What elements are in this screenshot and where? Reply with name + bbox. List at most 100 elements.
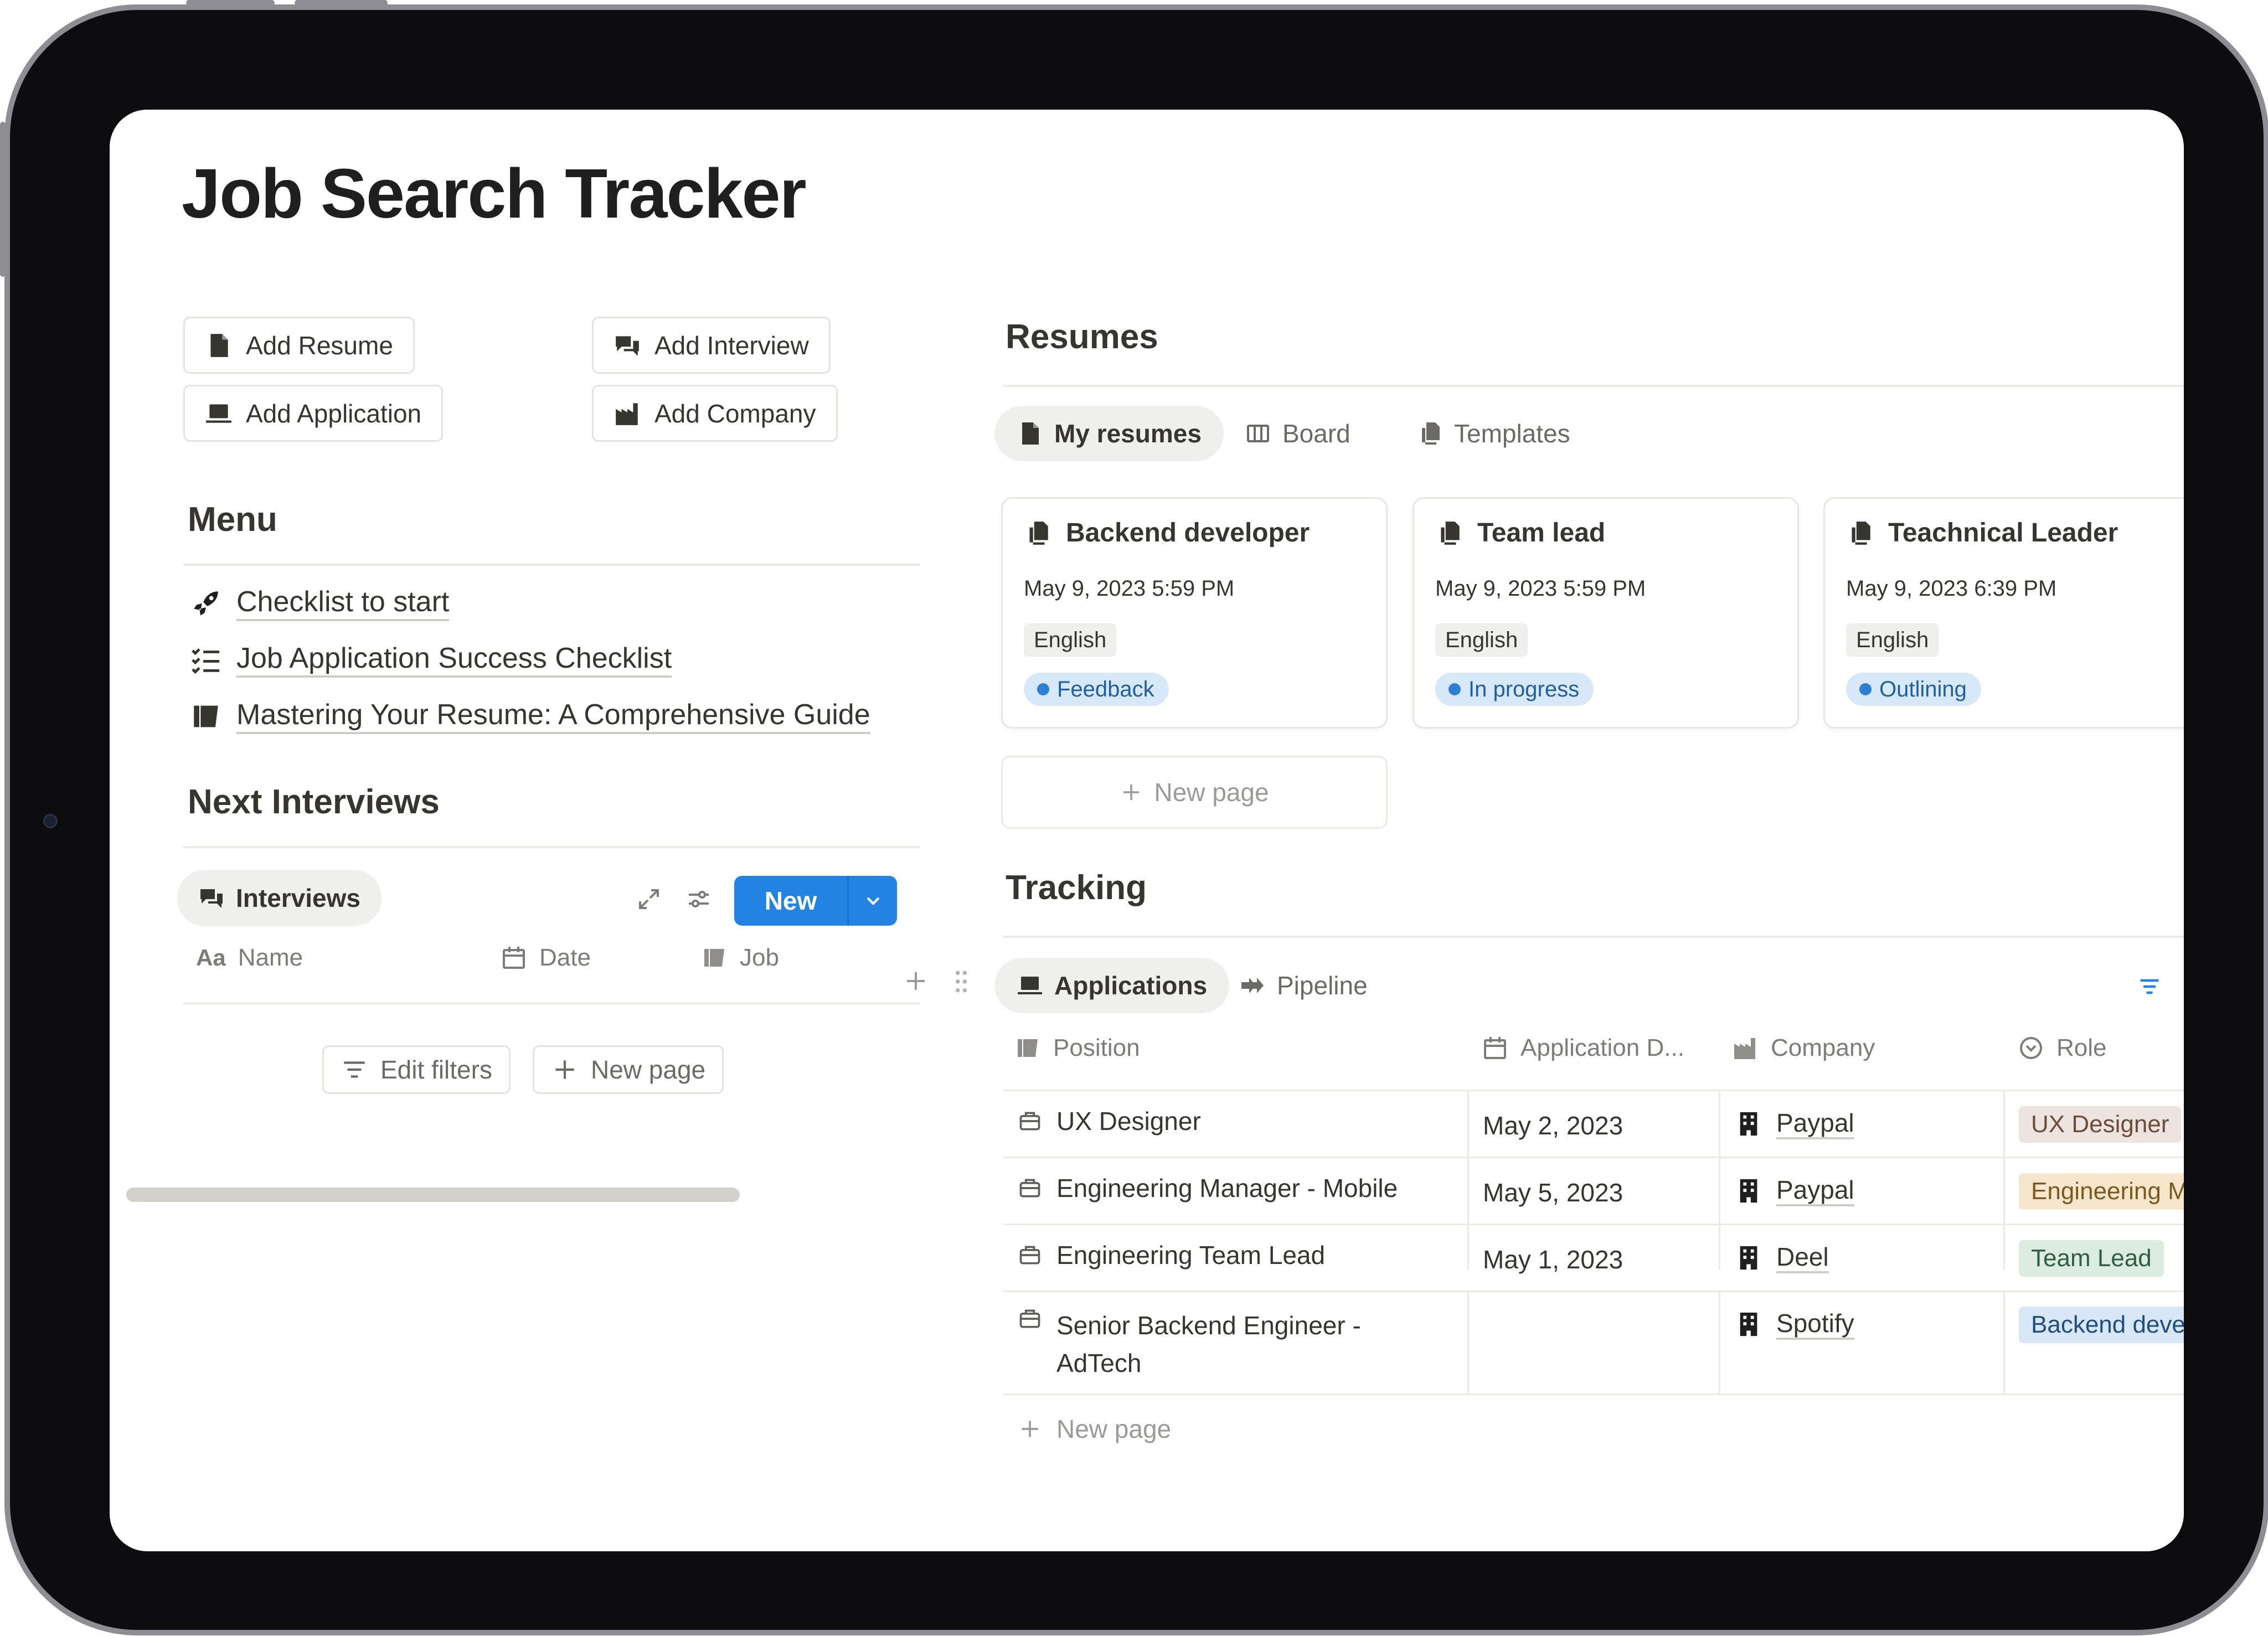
add-resume-label: Add Resume xyxy=(246,331,393,360)
tab-board[interactable]: Board xyxy=(1223,406,1373,461)
briefcase-icon xyxy=(1018,1243,1042,1267)
laptop-icon xyxy=(1017,972,1043,999)
building-icon xyxy=(1738,1312,1760,1337)
company-label: Paypal xyxy=(1776,1176,1854,1206)
column-name[interactable]: Aa Name xyxy=(196,944,303,972)
column-job[interactable]: Job xyxy=(701,944,779,972)
page-title: Job Search Tracker xyxy=(182,154,807,233)
edit-filters-label: Edit filters xyxy=(380,1055,492,1084)
laptop-icon xyxy=(205,400,233,427)
position-cell[interactable]: UX Designer xyxy=(1018,1106,1201,1136)
column-date[interactable]: Date xyxy=(501,944,591,972)
resume-card-team-lead[interactable]: Team lead May 9, 2023 5:59 PM English In… xyxy=(1413,497,1799,729)
company-cell[interactable]: Paypal xyxy=(1738,1109,1854,1139)
plus-icon xyxy=(551,1056,579,1083)
position-label: Engineering Team Lead xyxy=(1056,1241,1326,1269)
factory-icon xyxy=(1732,1035,1759,1061)
add-interview-button[interactable]: Add Interview xyxy=(592,317,831,374)
company-cell[interactable]: Deel xyxy=(1738,1243,1829,1273)
app-screen: Job Search Tracker Add Resume Add Interv… xyxy=(110,110,2184,1551)
application-date-cell[interactable]: May 2, 2023 xyxy=(1483,1111,1623,1140)
application-date-cell[interactable]: May 1, 2023 xyxy=(1483,1245,1623,1274)
calendar-icon xyxy=(1482,1035,1508,1061)
tracking-heading: Tracking xyxy=(1006,869,1147,907)
tab-my-resumes[interactable]: My resumes xyxy=(994,406,1224,461)
interviews-header-divider xyxy=(183,1003,920,1004)
column-separator xyxy=(1719,1292,1720,1395)
resume-new-page-button[interactable]: New page xyxy=(1001,756,1388,829)
add-interview-label: Add Interview xyxy=(654,331,809,360)
menu-item-label: Job Application Success Checklist xyxy=(236,642,672,678)
column-role[interactable]: Role xyxy=(2018,1034,2107,1062)
add-column-icon[interactable] xyxy=(903,968,929,994)
role-tag: Team Lead xyxy=(2019,1240,2164,1277)
new-button-label: New xyxy=(764,886,817,915)
device-top-button xyxy=(295,0,388,6)
chevron-down-icon[interactable] xyxy=(849,890,897,912)
application-date-cell[interactable]: May 5, 2023 xyxy=(1483,1178,1623,1207)
tracking-divider xyxy=(1003,936,2184,938)
tab-applications[interactable]: Applications xyxy=(994,958,1230,1013)
filter-icon xyxy=(341,1056,368,1083)
column-position[interactable]: Position xyxy=(1014,1034,1140,1062)
add-resume-button[interactable]: Add Resume xyxy=(183,317,415,374)
pages-stack-icon xyxy=(1846,519,1874,547)
expand-icon[interactable] xyxy=(636,886,662,912)
new-page-label: New page xyxy=(591,1055,706,1084)
column-position-label: Position xyxy=(1053,1034,1140,1061)
status-label: In progress xyxy=(1468,677,1580,701)
resume-card-title: Teachnical Leader xyxy=(1888,518,2118,548)
tab-interviews[interactable]: Interviews xyxy=(177,870,382,926)
menu-item-success-checklist[interactable]: Job Application Success Checklist xyxy=(190,642,672,678)
menu-item-resume-guide[interactable]: Mastering Your Resume: A Comprehensive G… xyxy=(190,699,870,734)
pages-stack-icon xyxy=(1435,519,1463,547)
device-side-button xyxy=(0,122,6,277)
tab-applications-label: Applications xyxy=(1054,971,1208,1000)
tab-templates[interactable]: Templates xyxy=(1394,406,1592,461)
add-company-button[interactable]: Add Company xyxy=(592,385,838,442)
settings-sliders-icon[interactable] xyxy=(685,886,712,912)
horizontal-scrollbar[interactable] xyxy=(126,1188,740,1202)
building-icon xyxy=(1738,1111,1760,1137)
menu-item-label: Checklist to start xyxy=(236,586,450,621)
new-page-button[interactable]: New page xyxy=(533,1045,724,1094)
resume-card-date: May 9, 2023 5:59 PM xyxy=(1024,576,1235,601)
building-icon xyxy=(1738,1178,1760,1204)
role-tag: UX Designer xyxy=(2019,1106,2182,1143)
resume-card-teachnical-leader[interactable]: Teachnical Leader May 9, 2023 6:39 PM En… xyxy=(1823,497,2184,729)
calendar-icon xyxy=(501,945,527,971)
device-top-button xyxy=(186,0,275,6)
add-application-button[interactable]: Add Application xyxy=(183,385,444,442)
edit-filters-button[interactable]: Edit filters xyxy=(322,1045,511,1094)
column-company[interactable]: Company xyxy=(1732,1034,1875,1062)
company-cell[interactable]: Spotify xyxy=(1738,1309,1854,1340)
building-icon xyxy=(1738,1245,1760,1271)
company-label: Paypal xyxy=(1776,1109,1854,1139)
pages-stack-icon xyxy=(1416,420,1443,447)
menu-item-checklist-to-start[interactable]: Checklist to start xyxy=(190,586,450,621)
position-cell[interactable]: Engineering Manager - Mobile xyxy=(1018,1173,1398,1203)
company-label: Spotify xyxy=(1776,1309,1854,1340)
tab-interviews-label: Interviews xyxy=(236,884,360,912)
position-cell[interactable]: Engineering Team Lead xyxy=(1018,1240,1325,1270)
plus-icon xyxy=(1018,1417,1042,1441)
position-label: UX Designer xyxy=(1056,1107,1201,1136)
text-type-icon: Aa xyxy=(196,945,226,971)
column-application-date-label: Application D... xyxy=(1520,1034,1684,1061)
filter-icon[interactable] xyxy=(2137,974,2162,999)
resume-card-backend-developer[interactable]: Backend developer May 9, 2023 5:59 PM En… xyxy=(1001,497,1388,729)
drag-handle-icon[interactable] xyxy=(950,969,972,994)
column-application-date[interactable]: Application D... xyxy=(1482,1034,1684,1062)
position-cell[interactable]: Senior Backend Engineer - AdTech xyxy=(1056,1307,1361,1382)
company-cell[interactable]: Paypal xyxy=(1738,1176,1854,1206)
status-badge: Feedback xyxy=(1024,673,1169,706)
position-label: Engineering Manager - Mobile xyxy=(1056,1174,1398,1203)
company-label: Deel xyxy=(1776,1243,1829,1273)
add-application-label: Add Application xyxy=(246,399,422,428)
status-dot xyxy=(1037,683,1049,695)
new-interview-button[interactable]: New xyxy=(734,876,897,926)
page-icon xyxy=(1017,420,1043,447)
resume-card-title: Backend developer xyxy=(1066,518,1310,548)
tab-pipeline[interactable]: Pipeline xyxy=(1217,958,1390,1013)
tracking-new-page-button[interactable]: New page xyxy=(1018,1414,1171,1444)
